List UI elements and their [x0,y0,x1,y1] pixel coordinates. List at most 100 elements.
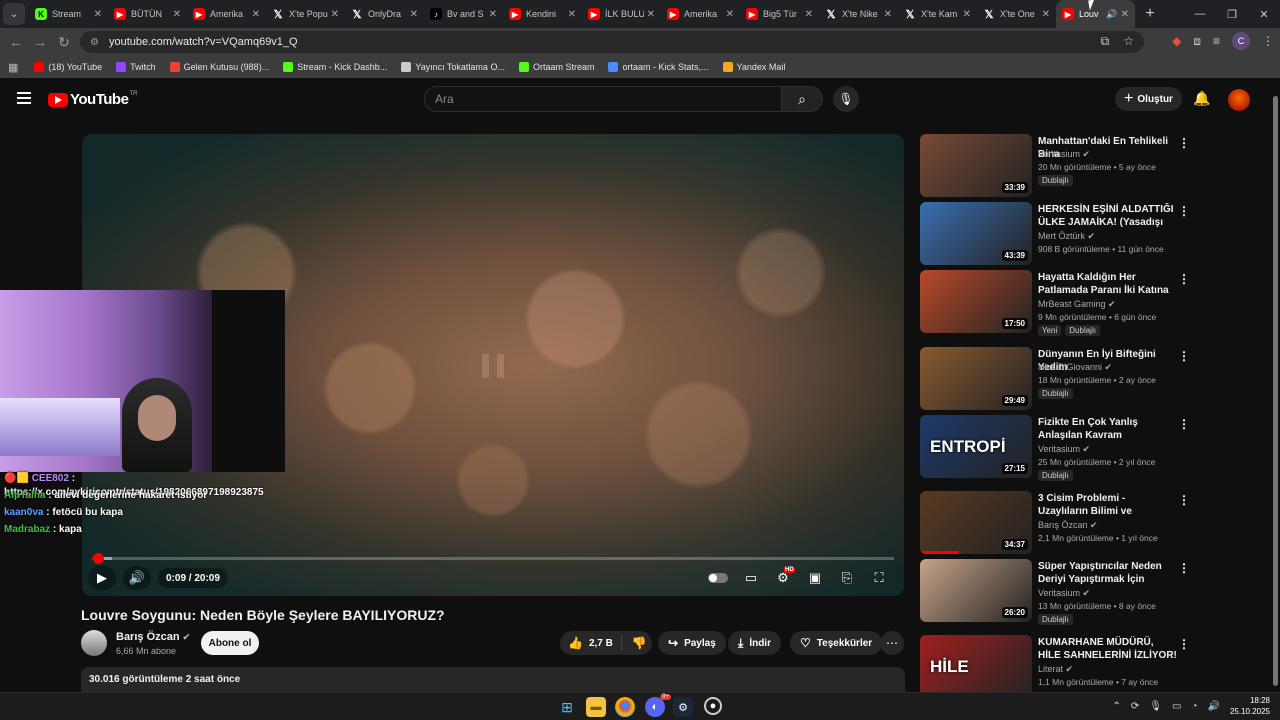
recommendation-thumbnail[interactable]: 34:37 [920,491,1032,554]
recommendation-thumbnail[interactable]: 29:49 [920,347,1032,410]
minimize-icon[interactable]: — [1184,0,1216,28]
recommendation-thumbnail[interactable]: 26:20 [920,559,1032,622]
bookmark-7[interactable]: Yandex Mail [722,62,785,72]
extension-icon[interactable]: ◆ [1172,34,1181,48]
fullscreen-button[interactable]: ⛶ [865,566,893,590]
recommendation-title[interactable]: Fizikte En Çok Yanlış Anlaşılan Kavram [1038,416,1178,442]
mute-button[interactable]: 🔊 [123,566,151,590]
tab-1[interactable]: ▶ BÜTÜN ✕ [108,0,187,28]
recommendation-channel[interactable]: Mert Öztürk ✔ [1038,231,1095,242]
hamburger-menu-icon[interactable] [17,92,31,104]
volume-tray-icon[interactable]: 🔊 [1208,701,1220,712]
recommendation-thumbnail[interactable]: HİLE [920,635,1032,698]
display-icon[interactable]: ▭ [1172,701,1181,712]
network-icon[interactable]: ◔ [1191,701,1197,712]
tray-chevron-icon[interactable]: ⌃ [1113,701,1121,712]
recommendation-channel[interactable]: Barış Özcan ✔ [1038,520,1098,531]
recommendation-title[interactable]: Süper Yapıştırıcılar Neden Deriyi Yapışt… [1038,560,1178,587]
tab-audio-icon[interactable]: 🔊 [1106,9,1117,20]
apps-grid-icon[interactable]: ▦ [8,61,18,74]
close-tab-icon[interactable]: ✕ [489,9,497,20]
address-bar[interactable]: ⚙ youtube.com/watch?v=VQamq69v1_Q ⧉ ☆ [80,31,1144,53]
youtube-logo[interactable]: YouTube TR [48,91,137,108]
more-options-icon[interactable]: ⋮ [1178,493,1190,507]
tab-10[interactable]: 𝕏 X'te Nike ✕ [819,0,898,28]
new-tab-button[interactable]: + [1139,5,1161,23]
scrubber-handle[interactable] [92,553,104,564]
tab-3[interactable]: 𝕏 X'te Popu ✕ [266,0,345,28]
tab-11[interactable]: 𝕏 X'te Kam ✕ [898,0,977,28]
bookmark-4[interactable]: Yayıncı Tokatlama O... [401,62,505,72]
steam-icon[interactable]: ⚙ [673,697,693,717]
recommendation-item[interactable]: 26:20 Süper Yapıştırıcılar Neden Deriyi Y… [920,559,1200,625]
subscribe-button[interactable]: Abone ol [201,631,259,655]
reload-icon[interactable]: ↻ [52,34,76,51]
recommendation-item[interactable]: HİLE KUMARHANE MÜDÜRÜ, HİLE SAHNELERİNİ İ… [920,635,1200,699]
notifications-bell-icon[interactable]: 🔔 [1193,90,1210,107]
bookmark-star-icon[interactable]: ☆ [1123,34,1134,49]
share-button[interactable]: ↪ Paylaş [658,631,726,655]
profile-avatar[interactable]: C [1232,32,1250,50]
tab-7[interactable]: ▶ İLK BULU ✕ [582,0,661,28]
recommendation-title[interactable]: KUMARHANE MÜDÜRÜ, HİLE SAHNELERİNİ İZLİY… [1038,636,1178,663]
close-window-icon[interactable]: ✕ [1248,0,1280,28]
recommendation-channel[interactable]: MrBeast Gaming ✔ [1038,299,1116,310]
more-options-icon[interactable]: ⋮ [1178,136,1190,150]
recommendation-thumbnail[interactable]: 17:50 [920,270,1032,333]
search-button[interactable]: ⌕ [781,86,823,112]
channel-avatar[interactable] [81,630,107,656]
channel-name[interactable]: Barış Özcan ✔ [116,631,190,643]
more-actions-button[interactable]: ⋯ [880,631,904,655]
taskbar-clock[interactable]: 18:28 25.10.2025 [1230,695,1270,717]
reading-list-icon[interactable]: ≡ [1213,34,1220,48]
download-button[interactable]: ⤓ İndir [728,631,781,655]
recommendation-channel[interactable]: Literat ✔ [1038,664,1073,675]
tab-12[interactable]: 𝕏 X'te One ✕ [977,0,1056,28]
scrollbar-thumb[interactable] [1273,96,1278,686]
bookmark-1[interactable]: Twitch [116,62,156,72]
recommendation-channel[interactable]: Veritasium ✔ [1038,149,1090,160]
account-avatar[interactable] [1228,89,1250,111]
tab-13[interactable]: ▶ Louv 🔊 ✕ [1056,0,1135,28]
extensions-puzzle-icon[interactable]: ⧈ [1193,34,1201,49]
back-icon[interactable]: ← [4,34,28,50]
more-options-icon[interactable]: ⋮ [1178,561,1190,575]
close-tab-icon[interactable]: ✕ [568,9,576,20]
bookmark-5[interactable]: Ortaam Stream [518,62,594,72]
page-scrollbar[interactable] [1270,82,1280,692]
theater-mode-button[interactable]: ▣ [801,566,829,590]
thanks-button[interactable]: ♡ Teşekkürler [790,631,883,655]
windows-start-icon[interactable]: ⊞ [557,697,577,717]
close-tab-icon[interactable]: ✕ [1042,9,1050,20]
play-button[interactable]: ▶ [88,566,116,590]
subtitles-button[interactable]: ▭ [737,566,765,590]
bookmark-2[interactable]: Gelen Kutusu (988)... [169,62,269,72]
tab-5[interactable]: ♪ Bv and S ✕ [424,0,503,28]
chrome-icon[interactable] [615,697,635,717]
more-options-icon[interactable]: ⋮ [1178,349,1190,363]
recommendation-title[interactable]: Hayatta Kaldığın Her Patlamada Paranı İk… [1038,271,1178,298]
recommendation-title[interactable]: 3 Cisim Problemi - Uzaylıların Bilimi ve… [1038,492,1178,519]
file-explorer-icon[interactable]: ▬ [586,697,606,717]
menu-kebab-icon[interactable]: ⋮ [1262,34,1274,48]
recommendation-item[interactable]: 34:37 3 Cisim Problemi - Uzaylıların Bili… [920,491,1200,555]
recommendation-title[interactable]: HERKESİN EŞİNİ ALDATTIĞI ÜLKE JAMAİKA! (… [1038,203,1178,230]
close-tab-icon[interactable]: ✕ [1121,9,1129,20]
recommendation-item[interactable]: 43:39 HERKESİN EŞİNİ ALDATTIĞI ÜLKE JAMAİ… [920,202,1200,266]
close-tab-icon[interactable]: ✕ [94,9,102,20]
close-tab-icon[interactable]: ✕ [410,9,418,20]
search-input[interactable]: Ara [424,86,782,112]
close-tab-icon[interactable]: ✕ [884,9,892,20]
more-options-icon[interactable]: ⋮ [1178,417,1190,431]
close-tab-icon[interactable]: ✕ [726,9,734,20]
sync-icon[interactable]: ⟳ [1131,701,1139,712]
tab-9[interactable]: ▶ Big5 Tür ✕ [740,0,819,28]
close-tab-icon[interactable]: ✕ [963,9,971,20]
recommendation-channel[interactable]: Nick DiGiovanni ✔ [1038,362,1112,373]
autoplay-toggle[interactable] [708,573,728,583]
more-options-icon[interactable]: ⋮ [1178,272,1190,286]
recommendation-thumbnail[interactable]: 43:39 [920,202,1032,265]
close-tab-icon[interactable]: ✕ [252,9,260,20]
close-tab-icon[interactable]: ✕ [331,9,339,20]
tab-2[interactable]: ▶ Amerika ✕ [187,0,266,28]
